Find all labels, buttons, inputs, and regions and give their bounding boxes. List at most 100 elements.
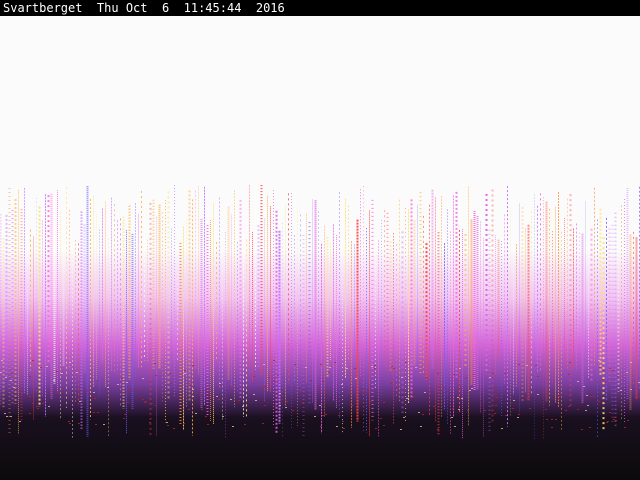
speckle [285, 407, 287, 408]
speckle [232, 426, 234, 427]
speckle [268, 377, 270, 378]
speckle [325, 414, 327, 415]
speckle [216, 396, 218, 397]
speckle [263, 364, 265, 365]
speckle [302, 402, 304, 403]
speckle [495, 405, 497, 406]
speckle [149, 422, 151, 423]
speckle [349, 392, 351, 393]
speckle [565, 394, 567, 395]
speckle [422, 414, 424, 415]
speckle [230, 386, 232, 387]
speckle [201, 409, 203, 410]
speckle [305, 367, 307, 368]
speckle [565, 410, 567, 411]
speckle [314, 416, 316, 417]
speckle [157, 389, 159, 390]
speckle [32, 403, 34, 404]
speckle [277, 375, 279, 376]
speckle [552, 394, 554, 395]
speckle [401, 377, 403, 378]
speckle [188, 409, 190, 410]
speckle [253, 394, 255, 395]
speckle [391, 366, 393, 367]
speckle [69, 423, 71, 424]
speckle [375, 428, 377, 429]
timestamp-overlay: Svartberget Thu Oct 6 11:45:44 2016 [0, 0, 640, 16]
speckle [218, 399, 220, 400]
speckle [413, 396, 415, 397]
speckle [262, 423, 264, 424]
speckle [5, 377, 7, 378]
speckle [603, 370, 605, 371]
speckle [46, 366, 48, 367]
speckle [518, 414, 520, 415]
speckle [400, 429, 402, 430]
speckle [354, 368, 356, 369]
speckle [97, 412, 99, 413]
speckle [494, 394, 496, 395]
speckle [10, 380, 12, 381]
speckle [526, 398, 528, 399]
speckle [512, 408, 514, 409]
speckle [230, 399, 232, 400]
speckle [513, 400, 515, 401]
speckle [424, 392, 426, 393]
speckle [309, 395, 311, 396]
speckle [155, 405, 157, 406]
speckle [426, 377, 428, 378]
speckle [264, 386, 266, 387]
speckle [76, 372, 78, 373]
speckle [577, 409, 579, 410]
speckle [558, 396, 560, 397]
speckle [406, 398, 408, 399]
speckle [208, 393, 210, 394]
speckle [396, 387, 398, 388]
speckle [324, 390, 326, 391]
speckle [127, 402, 129, 403]
speckle [205, 390, 207, 391]
speckle [192, 389, 194, 390]
speckle [42, 403, 44, 404]
speckle [583, 386, 585, 387]
speckle [61, 373, 63, 374]
speckle [537, 376, 539, 377]
speckle [438, 386, 440, 387]
speckle [292, 410, 294, 411]
speckle [222, 416, 224, 417]
speckle [437, 373, 439, 374]
speckle [453, 374, 455, 375]
speckle [504, 373, 506, 374]
speckle [461, 398, 463, 399]
speckle [29, 376, 31, 377]
speckle [496, 397, 498, 398]
speckle [322, 415, 324, 416]
speckle [465, 378, 467, 379]
speckle [57, 392, 59, 393]
speckle [195, 413, 197, 414]
speckle [630, 389, 632, 390]
speckle [445, 394, 447, 395]
speckle [126, 392, 128, 393]
speckle [613, 419, 615, 420]
speckle [328, 372, 330, 373]
speckle [598, 360, 600, 361]
speckle [280, 397, 282, 398]
speckle [460, 387, 462, 388]
speckle [126, 382, 128, 383]
speckle [68, 421, 70, 422]
speckle [145, 401, 147, 402]
speckle [370, 401, 372, 402]
speckle [253, 376, 255, 377]
speckle [29, 396, 31, 397]
speckle [412, 392, 414, 393]
speckle [121, 378, 123, 379]
speckle [405, 362, 407, 363]
speckle [374, 368, 376, 369]
speckle [169, 373, 171, 374]
speckle [489, 377, 491, 378]
speckle [484, 410, 486, 411]
speckle [207, 424, 209, 425]
speckle [403, 417, 405, 418]
speckle [238, 400, 240, 401]
